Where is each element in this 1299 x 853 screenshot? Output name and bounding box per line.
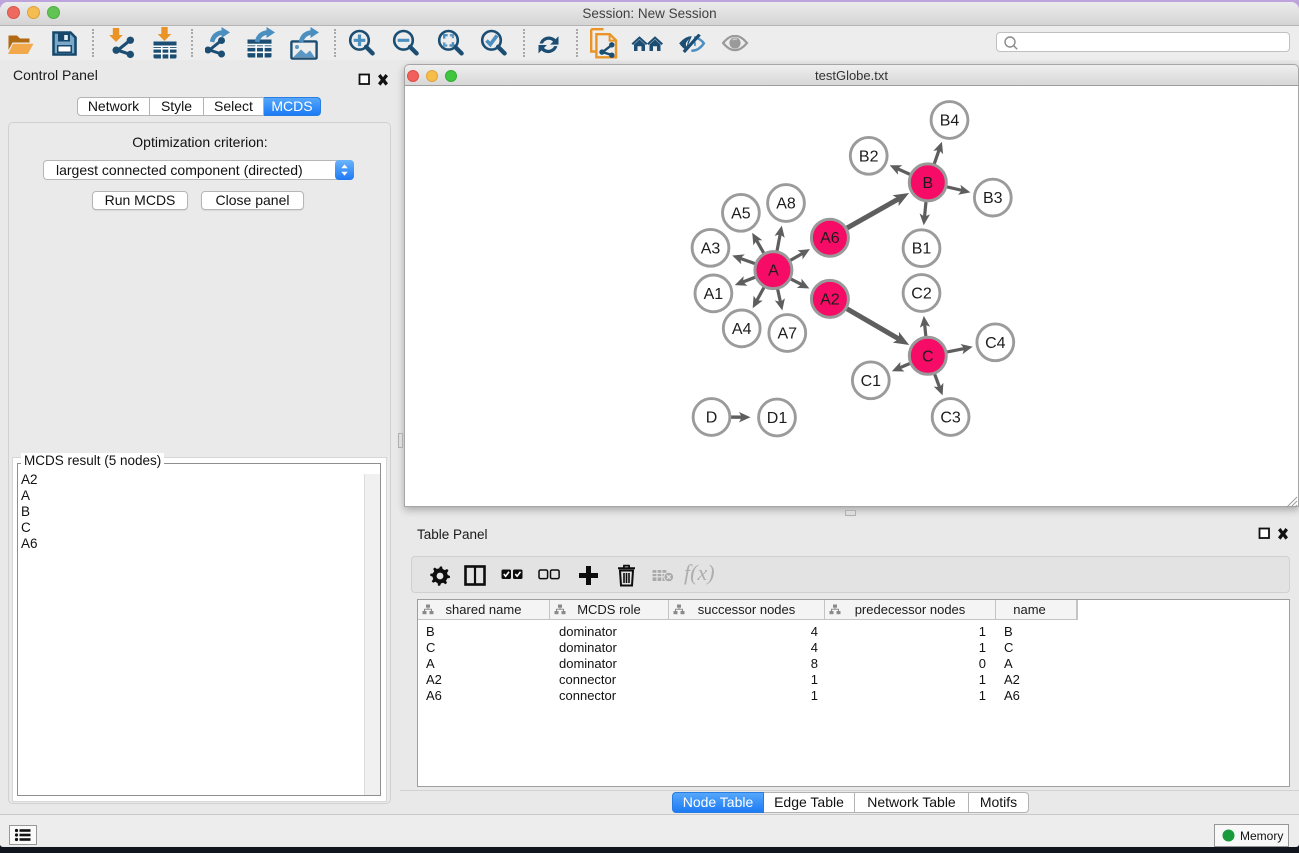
svg-text:C3: C3 [940,410,961,427]
svg-text:D1: D1 [767,410,788,427]
svg-text:C: C [922,348,934,365]
svg-text:A6: A6 [820,230,840,247]
svg-text:A: A [768,263,779,280]
svg-text:A1: A1 [704,286,724,303]
svg-text:B2: B2 [859,148,879,165]
svg-text:B: B [922,175,933,192]
svg-text:A4: A4 [732,321,752,338]
svg-text:A2: A2 [820,291,840,308]
svg-text:A5: A5 [731,205,751,222]
svg-text:C1: C1 [861,373,882,390]
svg-text:A7: A7 [778,326,798,343]
svg-text:B1: B1 [912,241,932,258]
svg-text:A8: A8 [776,196,796,213]
svg-text:C2: C2 [911,286,932,303]
svg-text:C4: C4 [985,335,1006,352]
svg-text:B4: B4 [940,113,960,130]
svg-text:A3: A3 [701,240,721,257]
svg-text:B3: B3 [983,190,1003,207]
svg-text:D: D [706,410,718,427]
